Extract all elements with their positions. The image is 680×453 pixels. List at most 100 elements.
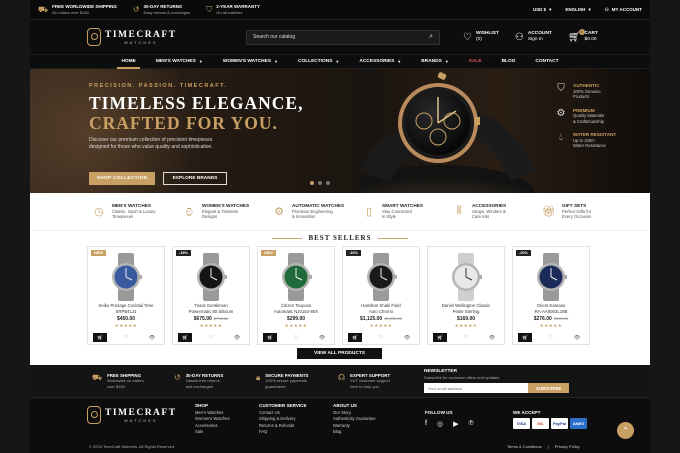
product-image[interactable] [276, 253, 316, 301]
footer-link[interactable]: Returns & Refunds [259, 423, 294, 428]
add-to-wishlist-button[interactable]: ♡ [204, 333, 218, 342]
nav-accessories[interactable]: ACCESSORIES ▼ [349, 55, 411, 69]
view-all-button[interactable]: VIEW ALL PRODUCTS [297, 348, 382, 359]
footer-col-title: ABOUT US [333, 403, 357, 408]
quick-view-button[interactable]: 👁︎ [570, 333, 584, 342]
topbar-returns-sub: Easy returns & exchanges [143, 9, 191, 15]
chevron-down-icon: ▼ [397, 59, 402, 64]
add-to-cart-button[interactable]: 🛒︎ [518, 333, 532, 342]
carousel-dot[interactable] [318, 181, 322, 185]
instagram-icon[interactable]: ◎ [437, 420, 443, 428]
quick-view-button[interactable]: 👁︎ [230, 333, 244, 342]
product-name-line: Orient Kamasu [536, 303, 566, 308]
footer-about-col: ABOUT US Our Story Authenticity Guarante… [333, 403, 376, 436]
newsletter-email-input[interactable] [424, 383, 528, 393]
product-image[interactable] [531, 253, 571, 301]
product-card[interactable]: -10% Hamilton Khaki Field Auto Chrono $1,… [342, 246, 420, 345]
product-card[interactable]: Daniel Wellington Classic Petite Sterling… [427, 246, 505, 345]
category-gifts[interactable]: 🎁︎ GIFT SETS Perfect Gifts for Every Occasi… [542, 203, 632, 220]
category-accessories[interactable]: ⫴ ACCESSORIES Straps, Winders & Care Kits [452, 203, 542, 220]
subscribe-button[interactable]: SUBSCRIBE [528, 383, 570, 393]
product-image[interactable] [106, 253, 146, 301]
product-name[interactable]: Citizen Tsuyosa Automatic NJ0154-80X [258, 303, 334, 314]
carousel-dot[interactable] [310, 181, 314, 185]
chevron-down-icon: ▼ [335, 59, 340, 64]
nav-collections[interactable]: COLLECTIONS ▼ [288, 55, 349, 69]
add-to-cart-button[interactable]: 🛒︎ [93, 333, 107, 342]
product-card[interactable]: NEW Seiko Presage Cocktail Time SRPB41J1 … [87, 246, 165, 345]
footer-link[interactable]: Accessories [195, 423, 218, 428]
privacy-link[interactable]: Privacy Policy [555, 444, 580, 449]
quick-view-button[interactable]: 👁︎ [400, 333, 414, 342]
nav-brands[interactable]: BRANDS ▼ [411, 55, 459, 69]
footer-link[interactable]: Contact Us [259, 410, 280, 415]
nav-blog[interactable]: BLOG [492, 55, 526, 69]
back-to-top-button[interactable]: ⌃ [617, 422, 634, 439]
footer-logo[interactable]: TIMECRAFT WATCHES [87, 406, 177, 424]
product-name[interactable]: Seiko Presage Cocktail Time SRPB41J1 [88, 303, 164, 314]
product-card[interactable]: NEW Citizen Tsuyosa Automatic NJ0154-80X … [257, 246, 335, 345]
explore-brands-button[interactable]: EXPLORE BRANDS [163, 172, 227, 185]
footer-link[interactable]: Our Story [333, 410, 351, 415]
product-image[interactable] [191, 253, 231, 301]
wishlist-button[interactable]: ♡ WISHLIST (0) [463, 31, 499, 43]
product-name[interactable]: Orient Kamasu RA-AA0003L19B [513, 303, 589, 314]
footer-link[interactable]: Women's Watches [195, 416, 230, 421]
shop-collection-button[interactable]: SHOP COLLECTION [89, 172, 155, 185]
terms-link[interactable]: Terms & Conditions [507, 444, 542, 449]
nav-sale[interactable]: SALE [459, 55, 492, 69]
language-selector[interactable]: ENGLISH ▾ [565, 7, 590, 13]
add-to-wishlist-button[interactable]: ♡ [374, 333, 388, 342]
add-to-wishlist-button[interactable]: ♡ [544, 333, 558, 342]
currency-label: USD $ [532, 7, 547, 12]
logo[interactable]: TIMECRAFT WATCHES [87, 28, 217, 46]
footer-link[interactable]: Blog [333, 429, 341, 434]
add-to-cart-button[interactable]: 🛒︎ [348, 333, 362, 342]
category-mens[interactable]: ◷ MEN'S WATCHES Classic, Sport & Luxury Tim… [92, 203, 182, 220]
footer-link[interactable]: Warranty [333, 423, 350, 428]
add-to-cart-button[interactable]: 🛒︎ [433, 333, 447, 342]
product-image[interactable] [361, 253, 401, 301]
nav-mens[interactable]: MEN'S WATCHES ▼ [146, 55, 213, 69]
pinterest-icon[interactable]: ℗ [468, 420, 473, 428]
footer-link[interactable]: Sale [195, 429, 203, 434]
category-womens[interactable]: ⌚︎ WOMEN'S WATCHES Elegant & Timeless Desig… [182, 203, 272, 220]
search-icon[interactable]: ⌕ [429, 33, 433, 41]
my-account-link[interactable]: ⚇ MY ACCOUNT [605, 7, 642, 13]
category-automatic[interactable]: ⚙ AUTOMATIC WATCHES Precision Engineering &… [272, 203, 362, 220]
add-to-cart-button[interactable]: 🛒︎ [263, 333, 277, 342]
footer-link[interactable]: Authenticity Guarantee [333, 416, 376, 421]
nav-home[interactable]: HOME [111, 55, 145, 69]
add-to-wishlist-button[interactable]: ♡ [289, 333, 303, 342]
search-input[interactable] [253, 34, 430, 40]
footer-link[interactable]: Shipping & Delivery [259, 416, 296, 421]
nav-womens[interactable]: WOMEN'S WATCHES ▼ [213, 55, 288, 69]
product-image[interactable] [446, 253, 486, 301]
quick-view-button[interactable]: 👁︎ [315, 333, 329, 342]
quick-view-button[interactable]: 👁︎ [485, 333, 499, 342]
product-card[interactable]: -15% Tissot Gentleman Powermatic 80 Silic… [172, 246, 250, 345]
category-smart[interactable]: ▯ SMART WATCHES Stay Connected In Style [362, 203, 452, 220]
currency-selector[interactable]: USD $ ▾ [533, 7, 552, 13]
my-account-label: MY ACCOUNT [611, 7, 642, 12]
add-to-wishlist-button[interactable]: ♡ [119, 333, 133, 342]
youtube-icon[interactable]: ▶ [453, 420, 458, 428]
account-button[interactable]: ⚇ ACCOUNT Sign In [515, 31, 552, 43]
cart-button[interactable]: 🛒︎ 0 CART $0.00 [568, 28, 598, 43]
product-price: $450.00 [88, 316, 164, 322]
carousel-dot[interactable] [326, 181, 330, 185]
footer-link[interactable]: FAQ [259, 429, 267, 434]
facebook-icon[interactable]: f [425, 420, 427, 428]
product-name[interactable]: Hamilton Khaki Field Auto Chrono [343, 303, 419, 314]
product-name[interactable]: Daniel Wellington Classic Petite Sterling [428, 303, 504, 314]
footer-link[interactable]: Men's Watches [195, 410, 223, 415]
cart-total: $0.00 [584, 37, 597, 42]
product-name[interactable]: Tissot Gentleman Powermatic 80 Silicium [173, 303, 249, 314]
nav-contact[interactable]: CONTACT [525, 55, 568, 69]
product-card[interactable]: -20% Orient Kamasu RA-AA0003L19B $276.00 $… [512, 246, 590, 345]
product-current-price: $276.00 [533, 316, 552, 322]
add-to-cart-button[interactable]: 🛒︎ [178, 333, 192, 342]
quick-view-button[interactable]: 👁︎ [145, 333, 159, 342]
add-to-wishlist-button[interactable]: ♡ [459, 333, 473, 342]
user-icon: ⚇ [514, 31, 524, 43]
